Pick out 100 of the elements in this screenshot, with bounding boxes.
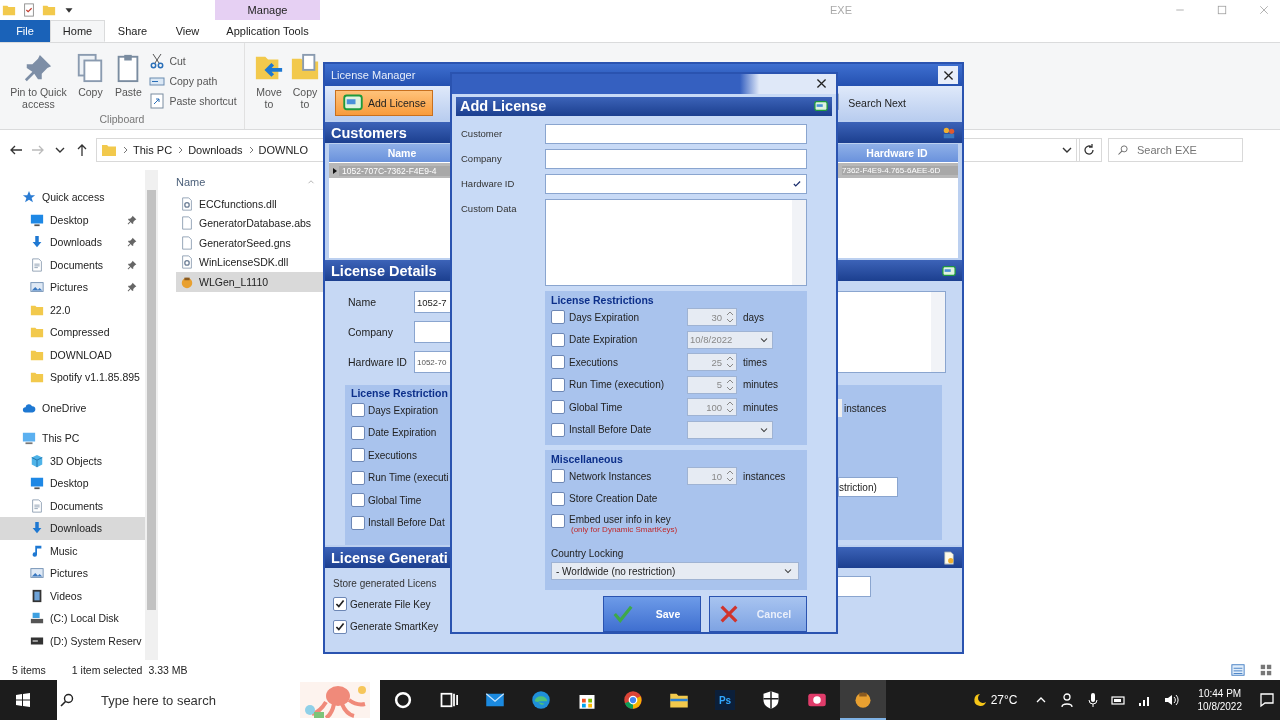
input-field[interactable]: 1052-7: [414, 291, 450, 313]
input-field[interactable]: [545, 149, 807, 169]
ribbon-tab[interactable]: Application Tools: [215, 20, 320, 42]
monitor-icon: [30, 212, 44, 227]
checkbox[interactable]: [351, 448, 365, 463]
notification-icon[interactable]: [1259, 692, 1275, 708]
checkbox[interactable]: [551, 332, 565, 347]
dropdown-field[interactable]: striction): [838, 477, 898, 497]
text-area[interactable]: [838, 291, 946, 373]
checkbox[interactable]: [333, 619, 347, 634]
checkbox-label: Install Before Dat: [368, 517, 445, 529]
input-field[interactable]: [414, 321, 450, 343]
breadcrumb-item[interactable]: This PC: [133, 144, 173, 156]
nav-item[interactable]: Desktop: [0, 472, 145, 495]
checkbox[interactable]: [551, 491, 565, 506]
nav-item[interactable]: Pictures: [0, 562, 145, 585]
text-area[interactable]: [545, 199, 807, 286]
nav-item[interactable]: Documents: [0, 253, 145, 276]
breadcrumb-item[interactable]: DOWNLO: [258, 144, 309, 156]
ribbon-button[interactable]: Copy path: [149, 73, 237, 89]
group-title: License Restriction: [351, 387, 449, 399]
checkbox[interactable]: [551, 377, 565, 392]
unit-label: times: [742, 356, 767, 368]
ribbon-button[interactable]: Paste shortcut: [149, 93, 237, 109]
nav-item[interactable]: Music: [0, 539, 145, 562]
monitor-icon: [22, 431, 36, 446]
input-field[interactable]: [545, 174, 807, 194]
person-icon[interactable]: [1058, 692, 1075, 708]
checkbox[interactable]: [351, 425, 365, 440]
file-item[interactable]: ECCfunctions.dll: [176, 194, 324, 214]
ribbon-button[interactable]: Copy: [73, 47, 108, 113]
checkbox[interactable]: [551, 400, 565, 415]
nav-item[interactable]: Pictures: [0, 276, 145, 299]
file-item[interactable]: WinLicenseSDK.dll: [176, 252, 324, 272]
nav-item[interactable]: (C:) Local Disk: [0, 607, 145, 630]
clock-date[interactable]: 10/8/2022: [1197, 700, 1242, 713]
ribbon-tab[interactable]: Share: [105, 20, 160, 42]
checkbox[interactable]: [351, 403, 365, 418]
nav-item[interactable]: Downloads: [0, 517, 145, 540]
checkbox[interactable]: [551, 355, 565, 370]
checkbox[interactable]: [551, 514, 565, 528]
dropdown[interactable]: - Worldwide (no restriction): [551, 562, 799, 580]
nav-item[interactable]: Downloads: [0, 231, 145, 254]
nav-item[interactable]: Compressed: [0, 321, 145, 344]
nav-item[interactable]: 3D Objects: [0, 449, 145, 472]
ribbon-button[interactable]: Move to: [253, 47, 285, 129]
pin-icon: [23, 53, 54, 83]
chevron-right-icon: [176, 146, 185, 154]
nav-item[interactable]: DOWNLOAD: [0, 343, 145, 366]
check-icon: [792, 179, 802, 189]
close-icon: [941, 68, 955, 82]
checkbox[interactable]: [551, 422, 565, 437]
nav-item[interactable]: 22.0: [0, 298, 145, 321]
input-field[interactable]: 1052-70: [414, 351, 450, 373]
properties-icon[interactable]: [22, 3, 36, 17]
checkbox[interactable]: [351, 515, 365, 530]
tiles-view-icon[interactable]: [1258, 663, 1274, 677]
nav-item[interactable]: (D:) System Reserv: [0, 629, 145, 652]
checkbox[interactable]: [551, 469, 565, 484]
dialog-button[interactable]: Save: [603, 596, 701, 632]
file-item[interactable]: GeneratorSeed.gns: [176, 233, 324, 253]
nav-item[interactable]: Documents: [0, 494, 145, 517]
input-field[interactable]: [838, 576, 871, 597]
input-field[interactable]: [545, 124, 807, 144]
checkbox[interactable]: [351, 470, 365, 485]
maximize-icon[interactable]: [1216, 4, 1228, 16]
nav-item[interactable]: Videos: [0, 584, 145, 607]
scrollbar[interactable]: [145, 170, 158, 660]
checkbox-label: Date Expiration: [368, 427, 437, 439]
taskbar-button[interactable]: Ps: [702, 680, 748, 720]
breadcrumb-item[interactable]: Downloads: [188, 144, 243, 156]
details-view-icon[interactable]: [1230, 663, 1246, 677]
clock-time[interactable]: 10:44 PM: [1198, 687, 1242, 700]
ribbon-tab[interactable]: View: [160, 20, 215, 42]
ribbon-tab[interactable]: Home: [50, 20, 105, 42]
refresh-button[interactable]: [1076, 138, 1102, 162]
card-icon: [942, 263, 956, 278]
nav-item[interactable]: Desktop: [0, 208, 145, 231]
search-field[interactable]: Search EXE: [1108, 138, 1243, 162]
unit-label: minutes: [742, 379, 778, 391]
toolbar-button[interactable]: Add License: [335, 90, 433, 116]
checkbox[interactable]: [351, 493, 365, 508]
close-icon[interactable]: [1258, 4, 1270, 16]
file-item[interactable]: WLGen_L1110: [176, 272, 324, 292]
ribbon-button[interactable]: Paste: [111, 47, 146, 113]
nav-item[interactable]: Quick access: [0, 186, 145, 209]
nav-item[interactable]: OneDrive: [0, 396, 145, 419]
ribbon-button[interactable]: Pin to Quick access: [7, 47, 70, 113]
ribbon-button[interactable]: Cut: [149, 53, 237, 69]
speaker-icon[interactable]: [1162, 692, 1179, 708]
ribbon-tab[interactable]: File: [0, 20, 50, 42]
checkbox[interactable]: [333, 597, 347, 612]
column-header[interactable]: Name: [176, 176, 206, 188]
close-button[interactable]: [938, 66, 958, 84]
checkbox[interactable]: [551, 310, 565, 325]
nav-item[interactable]: This PC: [0, 427, 145, 450]
nav-item[interactable]: Spotify v1.1.85.895: [0, 366, 145, 389]
ribbon-button[interactable]: Copy to: [289, 47, 321, 129]
file-item[interactable]: GeneratorDatabase.abs: [176, 213, 324, 233]
checkbox-label: Store Creation Date: [568, 493, 659, 505]
